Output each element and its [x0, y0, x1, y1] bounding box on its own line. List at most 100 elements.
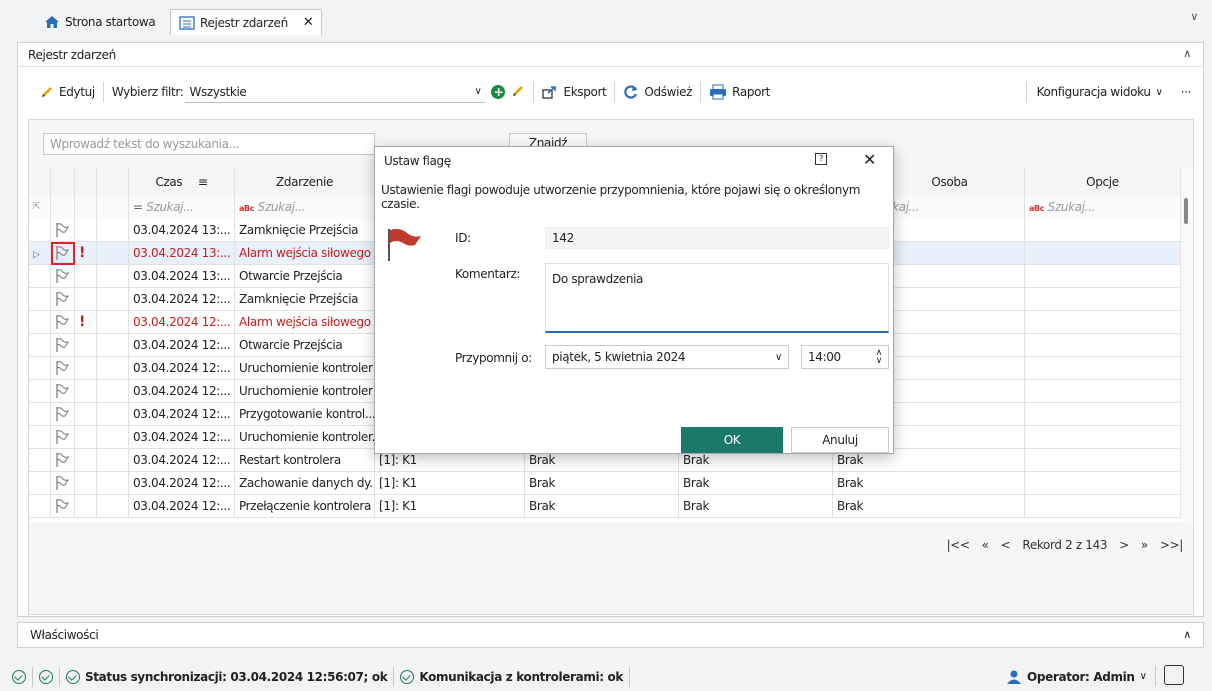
table-cell: [875, 334, 1025, 357]
add-filter-icon[interactable]: +: [491, 85, 506, 99]
table-cell: 03.04.2024 13:...: [129, 265, 235, 288]
next-page-group-button[interactable]: »: [1141, 538, 1148, 552]
help-icon[interactable]: ?: [815, 153, 827, 165]
date-picker[interactable]: piątek, 5 kwietnia 2024 ∨: [545, 345, 789, 369]
collapse-icon[interactable]: ∧: [1183, 47, 1191, 60]
flag-cell[interactable]: [51, 426, 75, 449]
flag-icon[interactable]: [55, 406, 70, 426]
operator-menu[interactable]: Operator: Admin ∨: [1000, 666, 1153, 688]
flag-icon[interactable]: [55, 475, 70, 495]
event-filter-input[interactable]: aBc Szukaj...: [235, 196, 375, 219]
column-header-options[interactable]: Opcje: [1025, 168, 1181, 196]
event-cell: Zamknięcie Przejścia: [239, 292, 359, 306]
filter-icon[interactable]: ≡: [198, 175, 208, 189]
flag-cell[interactable]: [51, 403, 75, 426]
spinner-icon[interactable]: ∧ ∨: [876, 349, 883, 366]
filter-row-icon[interactable]: ⇱: [29, 196, 51, 219]
first-page-button[interactable]: |<<: [947, 538, 970, 552]
search-input[interactable]: Wprowadź tekst do wyszukania...: [43, 133, 375, 155]
event-cell: Restart kontrolera: [239, 453, 341, 467]
flag-icon[interactable]: [55, 222, 70, 242]
table-cell: 03.04.2024 12:...: [129, 449, 235, 472]
comment-field[interactable]: Do sprawdzenia: [545, 263, 889, 333]
panel-toggle-icon[interactable]: [1164, 665, 1184, 685]
report-button[interactable]: Raport: [701, 81, 778, 103]
tab-event-register[interactable]: Rejestr zdarzeń ✕: [170, 9, 323, 35]
table-row[interactable]: 03.04.2024 12:... Zachowanie danych dy...…: [29, 472, 1181, 495]
time-filter-input[interactable]: = Szukaj...: [129, 196, 235, 219]
time-spinner[interactable]: 14:00 ∧ ∨: [801, 345, 889, 369]
ok-button[interactable]: OK: [681, 427, 783, 453]
table-cell: [875, 288, 1025, 311]
flag-icon[interactable]: [55, 498, 70, 518]
flag-cell[interactable]: [51, 265, 75, 288]
scrollbar-thumb[interactable]: [1184, 198, 1188, 224]
chevron-down-icon[interactable]: ∨: [1190, 10, 1198, 23]
column-header-time[interactable]: Czas ≡: [129, 168, 235, 196]
flag-icon[interactable]: [55, 337, 70, 357]
flag-cell[interactable]: [51, 311, 75, 334]
flag-cell[interactable]: [51, 219, 75, 242]
export-label: Eksport: [563, 85, 607, 99]
options-filter-input[interactable]: aBc Szukaj...: [1025, 196, 1181, 219]
flag-icon[interactable]: [55, 245, 70, 265]
table-cell: [75, 426, 97, 449]
column-header-person[interactable]: Osoba: [875, 168, 1025, 196]
close-icon[interactable]: ✕: [863, 150, 876, 169]
table-row[interactable]: 03.04.2024 12:... Przełączenie kontrolera…: [29, 495, 1181, 518]
column-header-event[interactable]: Zdarzenie: [235, 168, 375, 196]
view-config-button[interactable]: Konfiguracja widoku ∨: [1027, 81, 1173, 103]
table-cell: Przygotowanie kontrol...: [235, 403, 375, 426]
edit-filter-icon[interactable]: [511, 84, 525, 101]
text-filter-icon: aBc: [1029, 204, 1045, 213]
time-cell: 03.04.2024 12:...: [133, 338, 231, 352]
flag-icon[interactable]: [55, 429, 70, 449]
flag-icon[interactable]: [55, 383, 70, 403]
flag-icon[interactable]: [55, 314, 70, 334]
table-cell: [1]: K1: [375, 472, 525, 495]
flag-icon[interactable]: [55, 268, 70, 288]
flag-cell[interactable]: [51, 472, 75, 495]
table-cell: Brak: [833, 495, 875, 518]
event-cell: Uruchomienie kontroler: [239, 361, 373, 375]
table-cell: [75, 357, 97, 380]
flag-cell[interactable]: [51, 449, 75, 472]
prev-record-button[interactable]: <: [1001, 538, 1011, 552]
filter-select[interactable]: Wszystkie ∨: [185, 81, 486, 103]
close-tab-icon[interactable]: ✕: [303, 15, 314, 30]
time-cell: 03.04.2024 13:...: [133, 246, 231, 260]
table-cell: [97, 449, 129, 472]
more-options-button[interactable]: ···: [1173, 81, 1203, 103]
expand-icon[interactable]: ∧: [1183, 628, 1191, 641]
next-record-button[interactable]: >: [1119, 538, 1129, 552]
flag-icon[interactable]: [55, 452, 70, 472]
table-cell: 03.04.2024 12:...: [129, 357, 235, 380]
last-page-button[interactable]: >>|: [1160, 538, 1183, 552]
filter-cell: [75, 196, 97, 219]
flag-cell[interactable]: [51, 334, 75, 357]
user-icon: [1007, 670, 1021, 684]
table-cell: Brak: [679, 495, 833, 518]
refresh-button[interactable]: Odśwież: [615, 81, 700, 103]
edit-button[interactable]: Edytuj: [18, 81, 103, 103]
home-icon: [45, 16, 59, 28]
table-cell: [97, 426, 129, 449]
flag-cell[interactable]: [51, 357, 75, 380]
flag-cell[interactable]: [51, 242, 75, 265]
event-filter-placeholder: Szukaj...: [257, 200, 306, 214]
flag-icon[interactable]: [55, 360, 70, 380]
vertical-scrollbar[interactable]: [1181, 168, 1193, 522]
flag-cell[interactable]: [51, 288, 75, 311]
flag-icon[interactable]: [55, 291, 70, 311]
flag-cell[interactable]: [51, 495, 75, 518]
person-filter-input[interactable]: zukaj...: [875, 196, 1025, 219]
table-cell: [97, 380, 129, 403]
prev-page-group-button[interactable]: «: [982, 538, 989, 552]
table-cell: !: [75, 242, 97, 265]
tab-home[interactable]: Strona startowa: [36, 10, 163, 34]
flag-cell[interactable]: [51, 380, 75, 403]
cancel-button[interactable]: Anuluj: [791, 427, 889, 453]
export-button[interactable]: Eksport: [534, 81, 614, 103]
pencil-icon: [42, 87, 52, 97]
table-cell: 03.04.2024 12:...: [129, 472, 235, 495]
